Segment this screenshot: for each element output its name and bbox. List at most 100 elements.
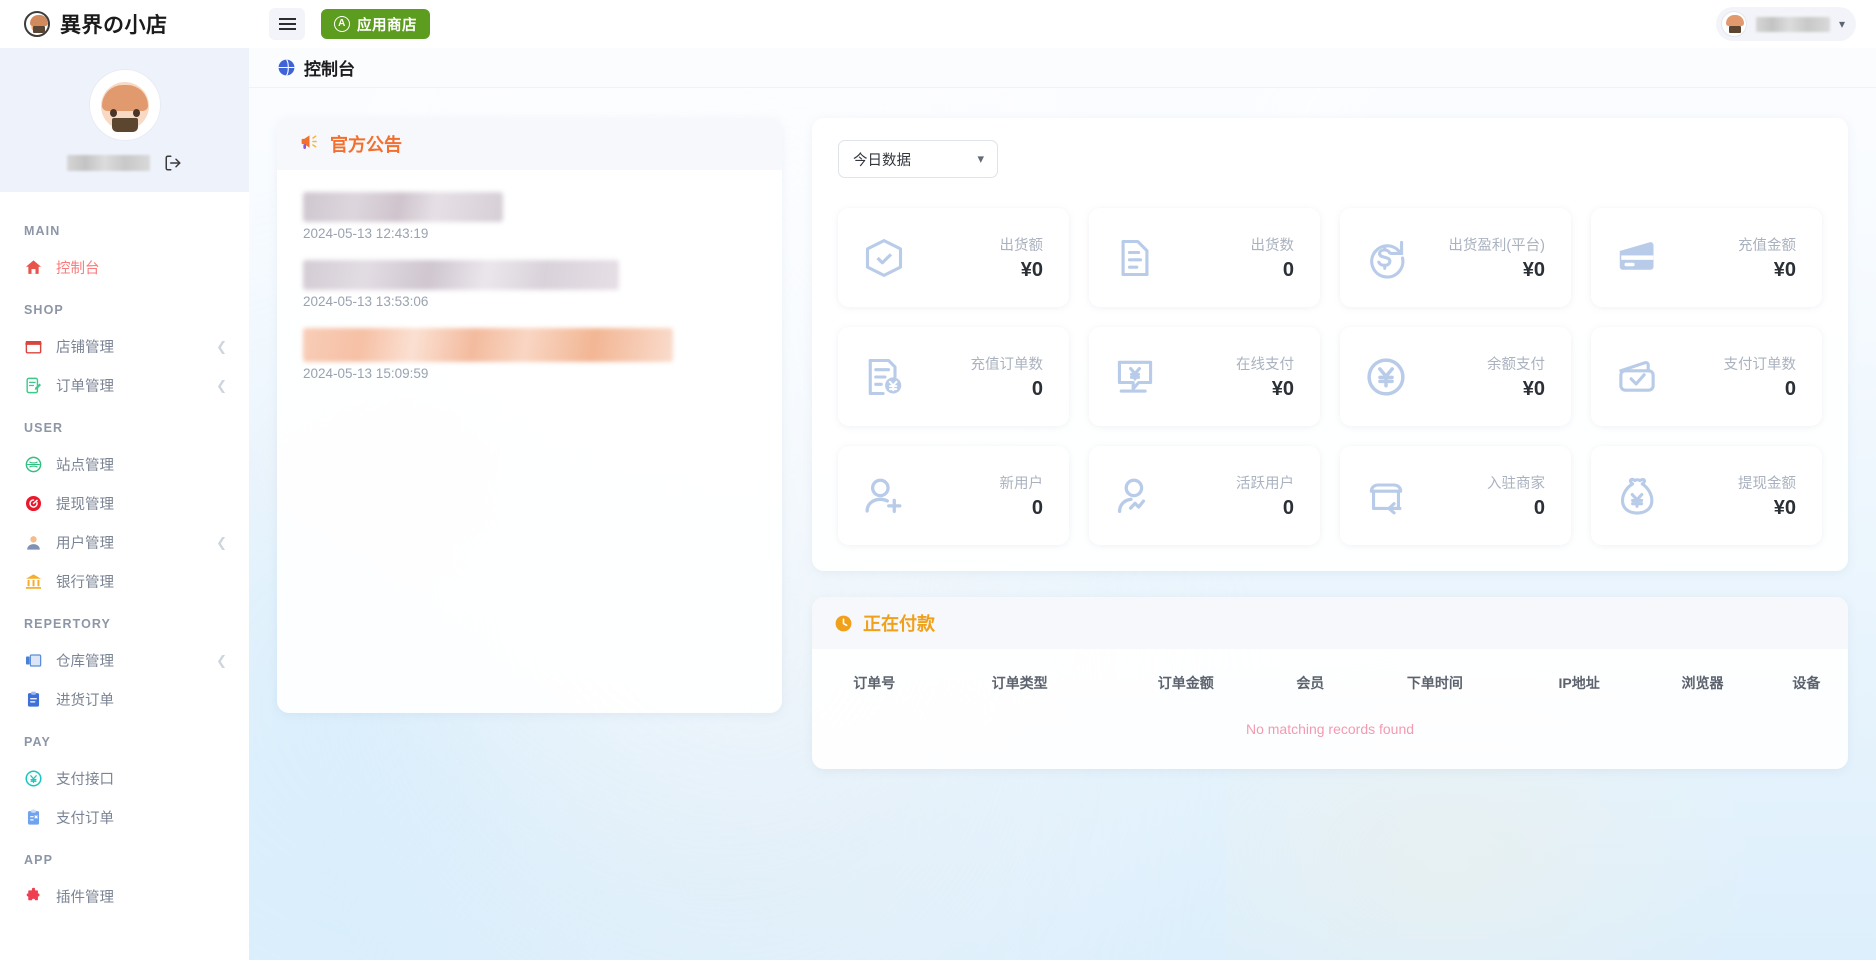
stat-label: 在线支付	[1236, 356, 1294, 373]
clipboard-icon	[24, 690, 43, 709]
sidebar-item-支付接口[interactable]: 支付接口	[0, 759, 249, 798]
stat-card-在线支付[interactable]: 在线支付 ¥0	[1089, 327, 1320, 426]
table-column-header[interactable]: IP地址	[1518, 649, 1640, 715]
avatar	[89, 70, 160, 140]
hamburger-icon[interactable]	[269, 8, 305, 40]
announcement-text-redacted	[303, 192, 503, 222]
stat-value: 0	[1282, 496, 1294, 519]
stat-card-出货数[interactable]: 出货数 0	[1089, 208, 1320, 307]
announcement-list: 2024-05-13 12:43:19 2024-05-13 13:53:06 20…	[277, 170, 782, 713]
store-icon	[24, 337, 43, 356]
stat-meta: 新用户 0	[1000, 472, 1044, 520]
clock-icon	[834, 614, 853, 633]
announcement-panel: 官方公告 2024-05-13 12:43:19 2024-05-13 13:53…	[277, 118, 782, 713]
announcement-text-redacted	[303, 328, 673, 362]
table-column-header[interactable]: 订单号	[812, 649, 937, 715]
stat-value: ¥0	[1522, 377, 1545, 400]
sidebar-item-label: 站点管理	[56, 458, 114, 474]
sidebar-group-title: REPERTORY	[24, 617, 111, 631]
stat-card-支付订单数[interactable]: 支付订单数 0	[1591, 327, 1822, 426]
stat-card-提现金额[interactable]: 提现金额 ¥0	[1591, 446, 1822, 545]
table-column-header[interactable]: 会员	[1269, 649, 1352, 715]
stat-meta: 活跃用户 0	[1236, 472, 1294, 520]
stat-meta: 充值金额 ¥0	[1738, 234, 1796, 282]
announcement-item[interactable]: 2024-05-13 15:09:59	[303, 328, 756, 381]
date-range-select[interactable]: 今日数据 ▾	[838, 140, 998, 178]
screen-yen-icon	[1113, 355, 1157, 399]
sidebar-item-label: 支付订单	[56, 811, 114, 827]
sidebar-item-银行管理[interactable]: 银行管理	[0, 562, 249, 601]
stat-label: 活跃用户	[1236, 475, 1294, 492]
stat-value: 0	[1282, 258, 1294, 281]
sidebar-item-订单管理[interactable]: 订单管理 ❮	[0, 366, 249, 405]
paying-orders-header: 正在付款	[812, 597, 1848, 649]
stat-card-余额支付[interactable]: 余额支付 ¥0	[1340, 327, 1571, 426]
store-enter-icon	[1364, 474, 1408, 518]
sidebar-item-仓库管理[interactable]: 仓库管理 ❮	[0, 641, 249, 680]
table-column-header[interactable]: 设备	[1765, 649, 1848, 715]
stat-card-充值金额[interactable]: 充值金额 ¥0	[1591, 208, 1822, 307]
sidebar: 異界の小店 MAIN 控制台 SHOP 店铺管理 ❮ 订单管理 ❮ USER 站点管理 提现管理用	[0, 0, 249, 960]
table-column-header[interactable]: 订单金额	[1103, 649, 1269, 715]
stat-card-出货额[interactable]: 出货额 ¥0	[838, 208, 1069, 307]
right-column: 今日数据 ▾ 出货额 ¥0 出货数 0 出货盈利(平台) ¥0 充值金额 ¥0 充值订单数 0 在线…	[812, 118, 1848, 769]
announcement-item[interactable]: 2024-05-13 13:53:06	[303, 260, 756, 309]
announcement-date: 2024-05-13 13:53:06	[303, 294, 429, 309]
brand[interactable]: 異界の小店	[0, 0, 249, 48]
dollar-refresh-icon	[1364, 236, 1408, 280]
announcement-date: 2024-05-13 12:43:19	[303, 226, 429, 241]
announcement-date: 2024-05-13 15:09:59	[303, 366, 429, 381]
stat-card-入驻商家[interactable]: 入驻商家 0	[1340, 446, 1571, 545]
sidebar-item-label: 银行管理	[56, 575, 114, 591]
sidebar-item-label: 仓库管理	[56, 654, 114, 670]
sidebar-item-站点管理[interactable]: 站点管理	[0, 445, 249, 484]
sidebar-item-支付订单[interactable]: 支付订单	[0, 798, 249, 837]
stat-meta: 出货盈利(平台) ¥0	[1448, 234, 1545, 282]
app-root: 異界の小店 MAIN 控制台 SHOP 店铺管理 ❮ 订单管理 ❮ USER 站点管理 提现管理用	[0, 0, 1876, 960]
stat-value: ¥0	[1522, 258, 1545, 281]
stat-label: 充值订单数	[970, 356, 1044, 373]
sidebar-item-label: 插件管理	[56, 890, 114, 906]
chevron-left-icon: ❮	[216, 653, 227, 668]
profile-username-redacted	[67, 155, 150, 171]
stat-card-新用户[interactable]: 新用户 0	[838, 446, 1069, 545]
sidebar-item-控制台[interactable]: 控制台	[0, 248, 249, 287]
sidebar-profile	[0, 48, 249, 192]
chevron-down-icon: ▾	[977, 151, 984, 166]
sidebar-item-label: 订单管理	[56, 379, 114, 395]
announcement-text-redacted	[303, 260, 619, 290]
appstore-button[interactable]: A 应用商店	[321, 9, 430, 39]
credit-card-icon	[1615, 236, 1659, 280]
yen-circle-icon	[1364, 355, 1408, 399]
user-menu[interactable]: ▾	[1715, 7, 1856, 41]
announcement-item[interactable]: 2024-05-13 12:43:19	[303, 192, 756, 241]
user-activity-icon	[1113, 474, 1157, 518]
user-icon	[24, 533, 43, 552]
stat-value: 0	[1031, 496, 1043, 519]
sidebar-item-进货订单[interactable]: 进货订单	[0, 680, 249, 719]
puzzle-plugin-icon	[24, 887, 43, 906]
table-column-header[interactable]: 下单时间	[1352, 649, 1518, 715]
stat-value: ¥0	[1773, 258, 1796, 281]
sidebar-item-提现管理[interactable]: 提现管理	[0, 484, 249, 523]
table-column-header[interactable]: 订单类型	[937, 649, 1103, 715]
sidebar-group-title: SHOP	[24, 303, 64, 317]
table-empty-row: No matching records found	[812, 715, 1848, 769]
dashboard-content: 官方公告 2024-05-13 12:43:19 2024-05-13 13:53…	[249, 88, 1876, 769]
table-header-row: 订单号 订单类型 订单金额 会员 下单时间 IP地址 浏览器 设备	[812, 649, 1848, 715]
stat-card-活跃用户[interactable]: 活跃用户 0	[1089, 446, 1320, 545]
stat-meta: 余额支付 ¥0	[1487, 353, 1545, 401]
sidebar-item-插件管理[interactable]: 插件管理	[0, 877, 249, 916]
stat-label: 余额支付	[1487, 356, 1545, 373]
stat-card-充值订单数[interactable]: 充值订单数 0	[838, 327, 1069, 426]
table-column-header[interactable]: 浏览器	[1640, 649, 1765, 715]
logout-icon[interactable]	[164, 154, 182, 172]
sidebar-item-店铺管理[interactable]: 店铺管理 ❮	[0, 327, 249, 366]
stat-meta: 在线支付 ¥0	[1236, 353, 1294, 401]
sidebar-item-用户管理[interactable]: 用户管理 ❮	[0, 523, 249, 562]
stat-card-出货盈利(平台)[interactable]: 出货盈利(平台) ¥0	[1340, 208, 1571, 307]
stat-meta: 入驻商家 0	[1487, 472, 1545, 520]
sidebar-nav: MAIN 控制台 SHOP 店铺管理 ❮ 订单管理 ❮ USER 站点管理 提现管理 用户管理 ❮ 银行…	[0, 192, 249, 946]
home-icon	[24, 258, 43, 277]
sidebar-item-label: 用户管理	[56, 536, 114, 552]
